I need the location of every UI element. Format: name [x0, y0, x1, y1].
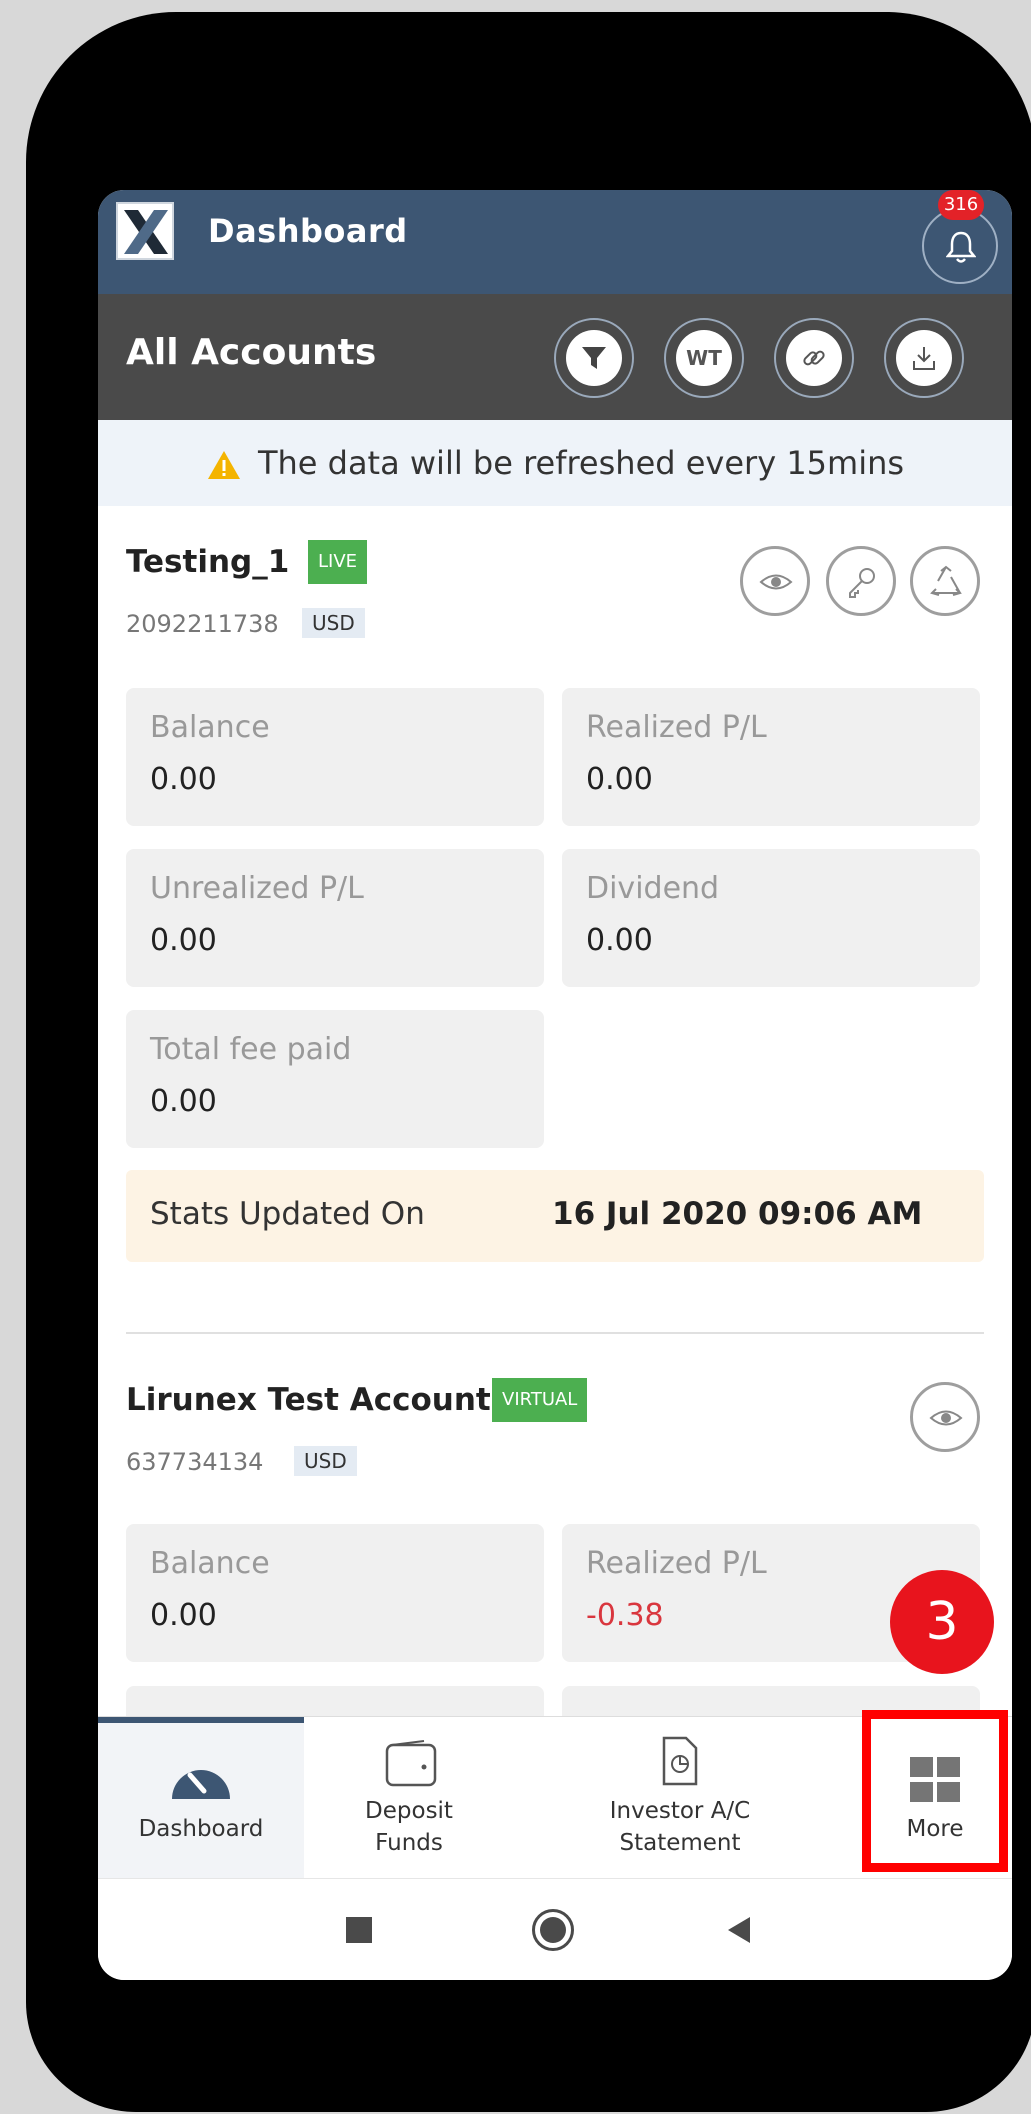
- stats-updated-row: Stats Updated On 16 Jul 2020 09:06 AM: [126, 1170, 984, 1262]
- stat-value: 0.00: [150, 923, 217, 958]
- filter-button[interactable]: [554, 318, 634, 398]
- account-divider: [126, 1332, 984, 1334]
- stat-label: Dividend: [586, 871, 720, 906]
- stat-value-negative: -0.38: [586, 1598, 664, 1633]
- account-name: Testing_1: [126, 544, 290, 580]
- currency-badge: USD: [294, 1446, 357, 1476]
- statement-icon: [662, 1736, 698, 1786]
- back-icon[interactable]: [726, 1915, 752, 1945]
- stat-label: Realized P/L: [586, 710, 767, 745]
- wt-button[interactable]: WT: [664, 318, 744, 398]
- reset-account-button[interactable]: [910, 546, 980, 616]
- refresh-notice-text: The data will be refreshed every 15mins: [257, 444, 905, 482]
- wt-label: WT: [676, 330, 732, 386]
- stats-updated-label: Stats Updated On: [150, 1196, 425, 1232]
- system-navigation-bar: [98, 1878, 1012, 1980]
- stat-card-dividend: Dividend 0.00: [562, 849, 980, 987]
- stat-card-balance: Balance 0.00: [126, 1524, 544, 1662]
- home-icon[interactable]: [532, 1909, 574, 1951]
- currency-badge: USD: [302, 608, 365, 638]
- account-name: Lirunex Test Account: [126, 1382, 491, 1418]
- view-account-button[interactable]: [740, 546, 810, 616]
- top-header: Dashboard 316: [98, 190, 1012, 294]
- page-title: Dashboard: [208, 212, 408, 250]
- stat-label: Balance: [150, 1546, 270, 1581]
- phone-frame: Dashboard 316 All Accounts WT The data w…: [26, 12, 1031, 2112]
- view-account-button[interactable]: [910, 1382, 980, 1452]
- stat-label: Total fee paid: [150, 1032, 352, 1067]
- key-icon: [849, 568, 875, 598]
- recents-icon[interactable]: [346, 1917, 372, 1943]
- more-highlight-box: [862, 1710, 1008, 1872]
- gauge-icon: [172, 1770, 230, 1799]
- stat-value: 0.00: [586, 923, 653, 958]
- link-button[interactable]: [774, 318, 854, 398]
- filter-icon: [582, 347, 606, 369]
- stat-value: 0.00: [150, 762, 217, 797]
- account-type-tag: LIVE: [308, 540, 368, 584]
- stat-value: 0.00: [150, 1084, 217, 1119]
- app-screen: Dashboard 316 All Accounts WT The data w…: [98, 190, 1012, 1980]
- app-logo: [116, 202, 174, 260]
- link-icon: [803, 350, 825, 366]
- account-type-tag: VIRTUAL: [492, 1378, 588, 1422]
- account-number: 2092211738: [126, 610, 279, 638]
- notification-count-badge: 316: [938, 190, 984, 220]
- stat-card-unrealized-pl: Unrealized P/L 0.00: [126, 849, 544, 987]
- stat-value: 0.00: [150, 1598, 217, 1633]
- nav-investor-statement[interactable]: Investor A/C Statement: [568, 1717, 792, 1879]
- stats-updated-value: 16 Jul 2020 09:06 AM: [552, 1196, 923, 1232]
- eye-icon: [929, 1410, 963, 1426]
- active-tab-indicator: [98, 1717, 304, 1723]
- wallet-icon: [385, 1740, 437, 1787]
- stat-card-balance: Balance 0.00: [126, 688, 544, 826]
- stat-card-total-fee: Total fee paid 0.00: [126, 1010, 544, 1148]
- stat-label: Balance: [150, 710, 270, 745]
- eye-icon: [759, 574, 793, 590]
- refresh-notice: The data will be refreshed every 15mins: [98, 420, 1012, 506]
- stat-value: 0.00: [586, 762, 653, 797]
- recycle-icon: [930, 565, 962, 596]
- nav-deposit-funds[interactable]: Deposit Funds: [304, 1717, 514, 1879]
- nav-label: Investor A/C Statement: [609, 1798, 751, 1856]
- download-icon: [913, 347, 935, 370]
- download-button[interactable]: [884, 318, 964, 398]
- stat-label: Realized P/L: [586, 1546, 767, 1581]
- warning-icon: [207, 451, 240, 479]
- nav-label: Dashboard: [138, 1816, 264, 1842]
- stat-label: Unrealized P/L: [150, 871, 364, 906]
- nav-dashboard[interactable]: Dashboard: [98, 1717, 304, 1879]
- accounts-title: All Accounts: [126, 332, 377, 373]
- account-number: 637734134: [126, 1448, 264, 1476]
- change-password-button[interactable]: [826, 546, 896, 616]
- accounts-toolbar: All Accounts WT: [98, 294, 1012, 420]
- bell-icon: [946, 231, 976, 263]
- nav-label: Deposit Funds: [365, 1798, 453, 1856]
- step-number-badge: 3: [890, 1570, 994, 1674]
- stat-card-realized-pl: Realized P/L 0.00: [562, 688, 980, 826]
